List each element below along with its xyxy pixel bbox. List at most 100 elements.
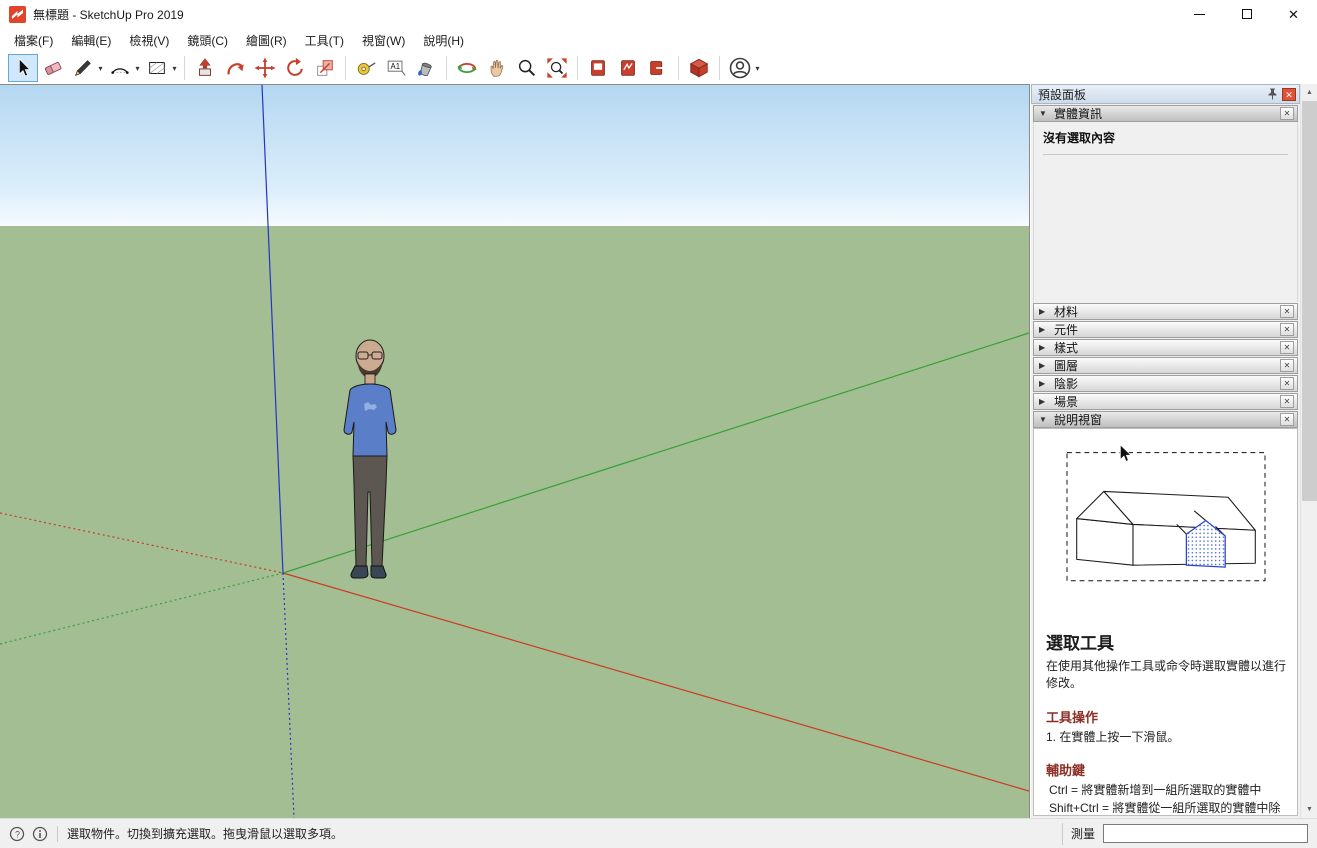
push-pull-tool-button[interactable] bbox=[190, 54, 220, 82]
style-builder-button[interactable] bbox=[613, 54, 643, 82]
panel-section-layers[interactable]: ▶ 圖層 ✕ bbox=[1033, 357, 1298, 374]
chevron-down-icon[interactable]: ▾ bbox=[753, 64, 762, 73]
move-tool-button[interactable] bbox=[250, 54, 280, 82]
section-close-button[interactable]: ✕ bbox=[1280, 323, 1294, 336]
scrollbar-thumb[interactable] bbox=[1302, 101, 1317, 501]
zoom-tool-button[interactable] bbox=[512, 54, 542, 82]
panel-title: 預設面板 bbox=[1038, 86, 1263, 103]
menu-tools[interactable]: 工具(T) bbox=[296, 29, 353, 52]
section-close-button[interactable]: ✕ bbox=[1280, 305, 1294, 318]
chevron-right-icon: ▶ bbox=[1039, 361, 1049, 370]
zoom-icon bbox=[516, 57, 538, 79]
maximize-button[interactable] bbox=[1223, 0, 1270, 28]
menu-file[interactable]: 檔案(F) bbox=[5, 29, 62, 52]
instructor-description: 在使用其他操作工具或命令時選取實體以進行修改。 bbox=[1046, 658, 1287, 693]
scroll-down-button[interactable]: ▼ bbox=[1301, 801, 1317, 818]
toolbar-separator bbox=[678, 56, 679, 80]
panel-title-bar[interactable]: 預設面板 ✕ bbox=[1031, 84, 1300, 104]
menu-camera[interactable]: 鏡頭(C) bbox=[178, 29, 237, 52]
chevron-down-icon: ▼ bbox=[1039, 415, 1049, 424]
eraser-icon bbox=[42, 57, 64, 79]
section-close-button[interactable]: ✕ bbox=[1280, 413, 1294, 426]
menu-help[interactable]: 說明(H) bbox=[414, 29, 473, 52]
arc-tool-button[interactable] bbox=[105, 54, 135, 82]
section-close-button[interactable]: ✕ bbox=[1280, 341, 1294, 354]
chevron-right-icon: ▶ bbox=[1039, 397, 1049, 406]
measurements-input[interactable] bbox=[1103, 824, 1308, 843]
close-icon: ✕ bbox=[1284, 343, 1291, 352]
paint-bucket-tool-button[interactable] bbox=[411, 54, 441, 82]
panel-close-button[interactable]: ✕ bbox=[1282, 88, 1296, 101]
section-close-button[interactable]: ✕ bbox=[1280, 359, 1294, 372]
panel-section-styles[interactable]: ▶ 樣式 ✕ bbox=[1033, 339, 1298, 356]
tape-measure-tool-button[interactable] bbox=[351, 54, 381, 82]
svg-text:?: ? bbox=[15, 829, 20, 839]
layout-button[interactable] bbox=[583, 54, 613, 82]
style-builder-icon bbox=[617, 57, 639, 79]
layout-icon bbox=[587, 57, 609, 79]
menu-window[interactable]: 視窗(W) bbox=[353, 29, 414, 52]
orbit-tool-button[interactable] bbox=[452, 54, 482, 82]
entity-info-content: 沒有選取內容 bbox=[1033, 122, 1298, 302]
panel-section-shadows[interactable]: ▶ 陰影 ✕ bbox=[1033, 375, 1298, 392]
rotate-tool-button[interactable] bbox=[280, 54, 310, 82]
follow-me-tool-button[interactable] bbox=[220, 54, 250, 82]
close-button[interactable]: ✕ bbox=[1270, 0, 1317, 28]
pin-icon[interactable] bbox=[1267, 88, 1278, 100]
toolbar-separator bbox=[345, 56, 346, 80]
menu-edit[interactable]: 編輯(E) bbox=[62, 29, 120, 52]
pan-tool-button[interactable] bbox=[482, 54, 512, 82]
menu-view[interactable]: 檢視(V) bbox=[120, 29, 178, 52]
instructor-content: 選取工具 在使用其他操作工具或命令時選取實體以進行修改。 工具操作 1. 在實體… bbox=[1033, 428, 1298, 816]
scale-tool-button[interactable] bbox=[310, 54, 340, 82]
sketchup-logo-icon bbox=[9, 6, 26, 23]
chevron-down-icon[interactable]: ▾ bbox=[96, 64, 105, 73]
extension-warehouse-button[interactable] bbox=[684, 54, 714, 82]
panel-scrollbar[interactable]: ▲ ▼ bbox=[1300, 84, 1317, 818]
svg-text:A1: A1 bbox=[391, 62, 401, 71]
minimize-button[interactable] bbox=[1176, 0, 1223, 28]
credits-status-icon[interactable] bbox=[32, 826, 48, 842]
scroll-up-button[interactable]: ▲ bbox=[1301, 84, 1317, 101]
close-icon: ✕ bbox=[1284, 379, 1291, 388]
zoom-extents-tool-button[interactable] bbox=[542, 54, 572, 82]
text-tool-button[interactable]: A1 bbox=[381, 54, 411, 82]
close-icon: ✕ bbox=[1284, 109, 1291, 118]
minimize-icon bbox=[1194, 14, 1205, 15]
select-tool-button[interactable] bbox=[8, 54, 38, 82]
eraser-tool-button[interactable] bbox=[38, 54, 68, 82]
panel-section-entity-info[interactable]: ▼ 實體資訊 ✕ bbox=[1033, 105, 1298, 122]
section-close-button[interactable]: ✕ bbox=[1280, 107, 1294, 120]
account-button[interactable] bbox=[725, 54, 755, 82]
down-arrow-icon: ▼ bbox=[1306, 806, 1313, 813]
account-icon bbox=[728, 56, 752, 80]
panel-section-materials[interactable]: ▶ 材料 ✕ bbox=[1033, 303, 1298, 320]
pencil-icon bbox=[72, 57, 94, 79]
instructor-modifier-shift-ctrl: Shift+Ctrl = 將實體從一組所選取的實體中除去 bbox=[1046, 800, 1287, 816]
instructor-modifier-heading: 輔助鍵 bbox=[1046, 760, 1287, 779]
chevron-down-icon[interactable]: ▾ bbox=[133, 64, 142, 73]
chevron-right-icon: ▶ bbox=[1039, 379, 1049, 388]
line-tool-button[interactable] bbox=[68, 54, 98, 82]
default-tray-panel: 預設面板 ✕ ▼ 實體資訊 ✕ 沒有選取內容 ▶ 材料 ✕ ▶ 元件 ✕ ▶ 樣… bbox=[1031, 84, 1300, 818]
house-sketch bbox=[1077, 491, 1256, 565]
3d-viewport[interactable] bbox=[0, 84, 1030, 818]
close-icon: ✕ bbox=[1284, 307, 1291, 316]
statusbar-separator bbox=[57, 826, 58, 842]
panel-section-scenes[interactable]: ▶ 場景 ✕ bbox=[1033, 393, 1298, 410]
shapes-tool-button[interactable] bbox=[142, 54, 172, 82]
menu-draw[interactable]: 繪圖(R) bbox=[237, 29, 296, 52]
status-bar: ? 選取物件。切換到擴充選取。拖曳滑鼠以選取多項。 測量 bbox=[0, 818, 1317, 848]
entity-info-empty-message: 沒有選取內容 bbox=[1043, 129, 1288, 155]
toolbar-separator bbox=[577, 56, 578, 80]
viewport-canvas[interactable] bbox=[0, 85, 1029, 818]
extension-warehouse-icon bbox=[688, 57, 710, 79]
send-to-layout-button[interactable] bbox=[643, 54, 673, 82]
section-close-button[interactable]: ✕ bbox=[1280, 395, 1294, 408]
geolocation-status-icon[interactable]: ? bbox=[9, 826, 25, 842]
instructor-modifier-ctrl: Ctrl = 將實體新增到一組所選取的實體中 bbox=[1046, 782, 1287, 799]
chevron-down-icon[interactable]: ▾ bbox=[170, 64, 179, 73]
section-close-button[interactable]: ✕ bbox=[1280, 377, 1294, 390]
panel-section-instructor[interactable]: ▼ 說明視窗 ✕ bbox=[1033, 411, 1298, 428]
panel-section-components[interactable]: ▶ 元件 ✕ bbox=[1033, 321, 1298, 338]
